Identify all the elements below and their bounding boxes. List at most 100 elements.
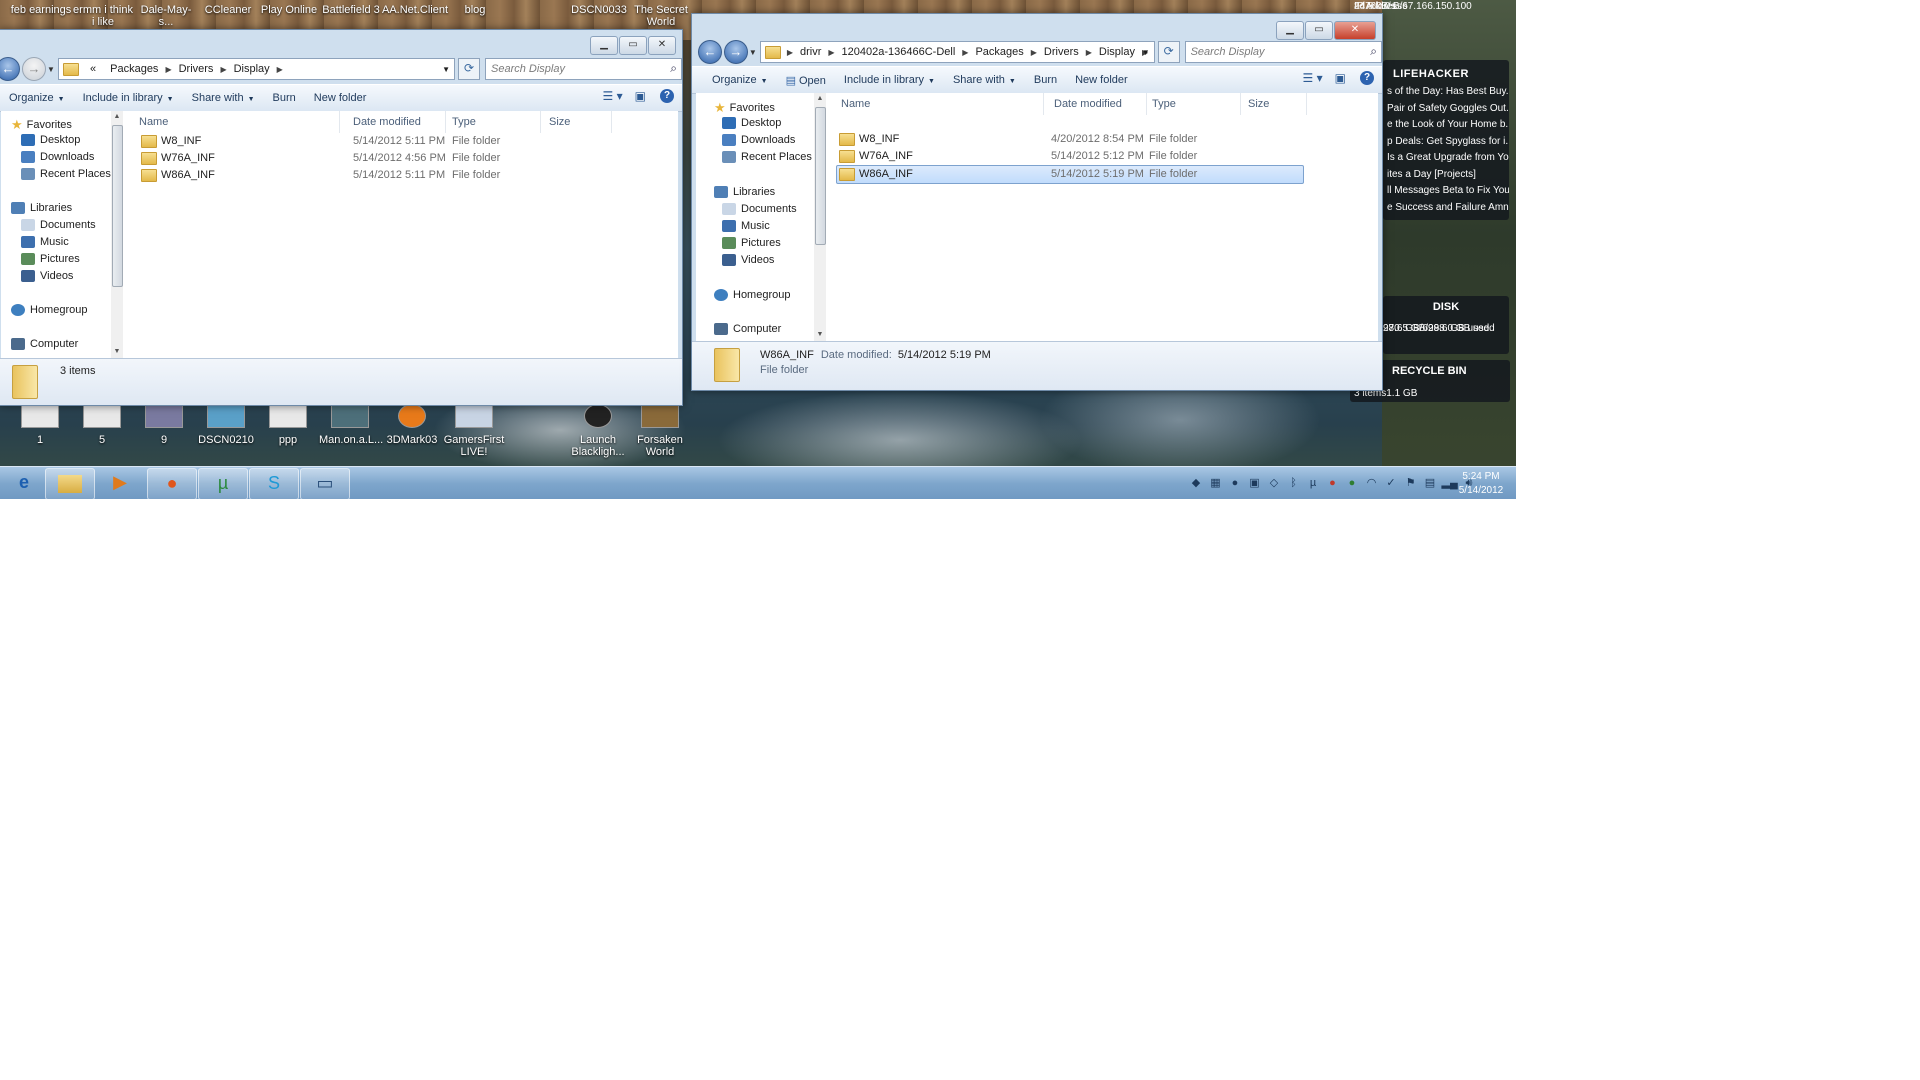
- nav-downloads[interactable]: Downloads: [21, 151, 94, 163]
- nav-pictures[interactable]: Pictures: [21, 253, 80, 265]
- explorer-window-right[interactable]: ▁ ▭ ✕ ← → ▼ ▶ drivr ▶ 120402a-136466C-Del…: [691, 13, 1383, 391]
- feed-item[interactable]: Is a Great Upgrade from Yo...: [1383, 150, 1509, 167]
- feed-item[interactable]: ll Messages Beta to Fix You...: [1383, 183, 1509, 200]
- media-player-icon[interactable]: ▶: [96, 468, 144, 498]
- breadcrumb-display[interactable]: Display: [1092, 46, 1142, 58]
- nav-documents[interactable]: Documents: [722, 203, 797, 215]
- file-row[interactable]: W8_INF 4/20/2012 8:54 PM File folder: [837, 131, 1303, 148]
- tray-green-app-icon[interactable]: ●: [1344, 475, 1360, 491]
- close-button[interactable]: ✕: [1334, 21, 1376, 40]
- explorer-window-left[interactable]: ▁ ▭ ✕ ← → ▼ « Packages ▶ Drivers ▶ Display…: [0, 29, 683, 406]
- open-button[interactable]: ▤ Open: [777, 74, 835, 87]
- tray-app-icon[interactable]: ◆: [1188, 475, 1204, 491]
- title-bar[interactable]: ▁ ▭ ✕: [692, 14, 1382, 40]
- tray-folder-icon[interactable]: ▣: [1247, 475, 1263, 491]
- desktop-icon-dale-may[interactable]: Dale-May-s...: [134, 4, 198, 28]
- file-row[interactable]: W8_INF 5/14/2012 5:11 PM File folder: [139, 133, 609, 150]
- minimize-button[interactable]: ▁: [590, 36, 618, 55]
- column-date-modified[interactable]: Date modified: [349, 111, 446, 133]
- column-size[interactable]: Size: [1244, 93, 1307, 115]
- column-type[interactable]: Type: [448, 111, 541, 133]
- feed-item[interactable]: ites a Day [Projects]: [1383, 167, 1509, 184]
- burn-button[interactable]: Burn: [1025, 74, 1066, 86]
- file-row[interactable]: W76A_INF 5/14/2012 5:12 PM File folder: [837, 148, 1303, 165]
- nav-desktop[interactable]: Desktop: [722, 117, 781, 129]
- maximize-button[interactable]: ▭: [619, 36, 647, 55]
- address-bar[interactable]: « Packages ▶ Drivers ▶ Display ▶ ▼: [58, 58, 455, 80]
- desktop-icon-ppp[interactable]: ppp: [257, 404, 319, 446]
- view-options-icon[interactable]: ☰ ▾: [603, 89, 623, 103]
- nav-recent-places[interactable]: Recent Places: [21, 168, 111, 180]
- nav-videos[interactable]: Videos: [722, 254, 774, 266]
- scroll-down-icon[interactable]: ▼: [814, 329, 826, 341]
- address-dropdown-icon[interactable]: ▼: [1142, 48, 1150, 57]
- breadcrumb-arrow-icon[interactable]: ▶: [277, 65, 283, 74]
- breadcrumb-drivers[interactable]: Drivers: [172, 63, 221, 75]
- help-icon[interactable]: ?: [660, 89, 674, 103]
- maximize-button[interactable]: ▭: [1305, 21, 1333, 40]
- column-type[interactable]: Type: [1148, 93, 1241, 115]
- nav-pictures[interactable]: Pictures: [722, 237, 781, 249]
- nav-homegroup[interactable]: Homegroup: [11, 304, 87, 316]
- scroll-up-icon[interactable]: ▲: [814, 93, 826, 105]
- desktop-icon-1[interactable]: 1: [9, 404, 71, 446]
- feed-item[interactable]: p Deals: Get Spyglass for i...: [1383, 134, 1509, 151]
- organize-menu[interactable]: Organize ▼: [692, 74, 777, 86]
- desktop-icon-dscn0210[interactable]: DSCN0210: [195, 404, 257, 446]
- forward-button[interactable]: →: [22, 57, 46, 81]
- address-bar[interactable]: ▶ drivr ▶ 120402a-136466C-Dell ▶ Packages ▶…: [759, 41, 1155, 63]
- breadcrumb-packages[interactable]: Packages: [103, 63, 165, 75]
- desktop-icon-3dmark03[interactable]: 3DMark03: [381, 404, 443, 446]
- tray-wireless-icon[interactable]: ◠: [1364, 475, 1380, 491]
- address-dropdown-icon[interactable]: ▼: [442, 65, 450, 74]
- skype-icon[interactable]: S: [249, 468, 299, 499]
- scroll-up-icon[interactable]: ▲: [111, 111, 123, 123]
- nav-downloads[interactable]: Downloads: [722, 134, 795, 146]
- share-with-menu[interactable]: Share with ▼: [183, 92, 264, 104]
- tray-network-app-icon[interactable]: ▦: [1208, 475, 1224, 491]
- desktop-icon-aa-net-client[interactable]: AA.Net.Client: [382, 4, 448, 16]
- back-button[interactable]: ←: [0, 57, 20, 81]
- desktop-icon-5[interactable]: 5: [71, 404, 133, 446]
- recent-pages-dropdown[interactable]: ▼: [46, 65, 56, 74]
- column-name[interactable]: Name: [837, 93, 1044, 115]
- desktop-icon-feb-earnings[interactable]: feb earnings: [10, 4, 72, 16]
- minimize-button[interactable]: ▁: [1276, 21, 1304, 40]
- nav-homegroup[interactable]: Homegroup: [714, 289, 790, 301]
- recent-pages-dropdown[interactable]: ▼: [748, 48, 758, 57]
- breadcrumb-drivers[interactable]: Drivers: [1037, 46, 1086, 58]
- clock[interactable]: 5:24 PM 5/14/2012: [1452, 470, 1510, 498]
- preview-pane-icon[interactable]: ▣: [1335, 71, 1346, 85]
- breadcrumb-overflow[interactable]: «: [83, 63, 103, 75]
- nav-libraries[interactable]: Libraries: [714, 186, 775, 198]
- feed-item[interactable]: s of the Day: Has Best Buy...: [1383, 84, 1509, 101]
- desktop-icon-ccleaner[interactable]: CCleaner: [200, 4, 256, 16]
- firefox-icon[interactable]: ●: [147, 468, 197, 499]
- tray-messenger-icon[interactable]: ●: [1227, 475, 1243, 491]
- tray-red-app-icon[interactable]: ●: [1325, 475, 1341, 491]
- scrollbar-thumb[interactable]: [815, 107, 826, 245]
- organize-menu[interactable]: Organize ▼: [0, 92, 74, 104]
- desktop-icon-man-on-a-ledge[interactable]: Man.on.a.L...: [319, 404, 383, 446]
- action-center-icon[interactable]: ⚑: [1403, 475, 1419, 491]
- nav-videos[interactable]: Videos: [21, 270, 73, 282]
- desktop-icon-blog[interactable]: blog: [450, 4, 500, 16]
- nav-desktop[interactable]: Desktop: [21, 134, 80, 146]
- nav-favorites[interactable]: ★ Favorites: [714, 100, 775, 116]
- tray-drop-icon[interactable]: ◇: [1266, 475, 1282, 491]
- breadcrumb-packages[interactable]: Packages: [968, 46, 1030, 58]
- burn-button[interactable]: Burn: [264, 92, 305, 104]
- nav-documents[interactable]: Documents: [21, 219, 96, 231]
- new-folder-button[interactable]: New folder: [1066, 74, 1137, 86]
- feed-item[interactable]: e the Look of Your Home b...: [1383, 117, 1509, 134]
- nav-scrollbar[interactable]: ▲ ▼: [814, 93, 826, 341]
- desktop-icon-blacklight[interactable]: Launch Blackligh...: [567, 404, 629, 458]
- column-size[interactable]: Size: [545, 111, 612, 133]
- forward-button[interactable]: →: [723, 40, 748, 64]
- column-name[interactable]: Name: [135, 111, 340, 133]
- desktop-icon-gamersfirst[interactable]: GamersFirst LIVE!: [443, 404, 505, 458]
- tray-device-icon[interactable]: ▤: [1422, 475, 1438, 491]
- include-in-library-menu[interactable]: Include in library ▼: [835, 74, 944, 86]
- file-row[interactable]: W76A_INF 5/14/2012 4:56 PM File folder: [139, 150, 609, 167]
- monitor-app-icon[interactable]: ▭: [300, 468, 350, 499]
